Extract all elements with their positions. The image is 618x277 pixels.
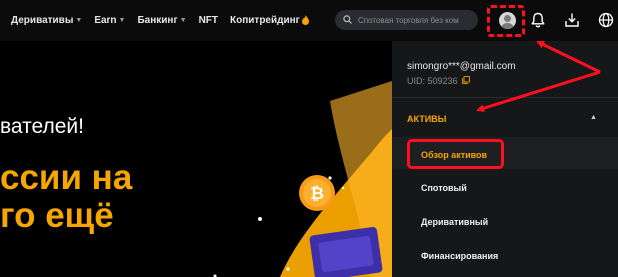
- uid-value: UID: 509236: [407, 76, 458, 86]
- nav-item-copytrading[interactable]: Копитрейдинг: [230, 14, 309, 27]
- dropdown-divider: [392, 97, 618, 98]
- nav-item-label: Банкинг: [137, 15, 178, 26]
- globe-icon[interactable]: [597, 11, 615, 29]
- hero-banner: ₿ вателей! ссии на го ещё: [0, 41, 392, 277]
- hero-title-line-1: ссии на: [0, 158, 133, 197]
- chevron-down-icon: ▼: [118, 17, 126, 24]
- search-icon: [343, 11, 352, 29]
- hero-subtitle: вателей!: [0, 115, 84, 138]
- search-box[interactable]: [335, 10, 478, 30]
- main-nav: Деривативы ▼ Earn ▼ Банкинг ▼ NFT Копитр…: [0, 0, 321, 41]
- bell-icon[interactable]: [529, 11, 547, 29]
- nav-item-nft[interactable]: NFT: [199, 15, 218, 26]
- nav-item-earn[interactable]: Earn ▼: [94, 15, 125, 26]
- download-icon[interactable]: [563, 11, 581, 29]
- nav-item-label: Деривативы: [11, 15, 74, 26]
- svg-text:₿: ₿: [310, 184, 324, 203]
- avatar-highlight-box: [487, 5, 525, 37]
- menu-item-spot[interactable]: Спотовый: [421, 183, 467, 193]
- nav-item-banking[interactable]: Банкинг ▼: [137, 15, 186, 26]
- nav-item-label: NFT: [198, 15, 219, 26]
- hero-title-line-2: го ещё: [0, 196, 114, 235]
- copy-icon[interactable]: [461, 76, 470, 86]
- chevron-down-icon: ▼: [75, 17, 83, 24]
- flame-icon: [301, 14, 309, 27]
- menu-item-funding[interactable]: Финансирования: [421, 251, 498, 261]
- nav-item-label: Earn: [94, 15, 117, 26]
- nav-item-label: Копитрейдинг: [230, 15, 300, 26]
- search-input[interactable]: [358, 15, 476, 25]
- top-navigation-bar: Деривативы ▼ Earn ▼ Банкинг ▼ NFT Копитр…: [0, 0, 618, 41]
- account-uid: UID: 509236: [407, 76, 470, 86]
- assets-overview-highlight-box: [407, 139, 504, 169]
- assets-section-header[interactable]: АКТИВЫ: [407, 114, 447, 124]
- menu-item-derivatives[interactable]: Деривативный: [421, 217, 488, 227]
- bitcoin-coin-icon: ₿: [298, 174, 336, 212]
- account-email: simongro***@gmail.com: [407, 61, 516, 72]
- chevron-up-icon[interactable]: ▲: [590, 114, 597, 121]
- nav-item-derivatives[interactable]: Деривативы ▼: [11, 15, 82, 26]
- chevron-down-icon: ▼: [179, 17, 187, 24]
